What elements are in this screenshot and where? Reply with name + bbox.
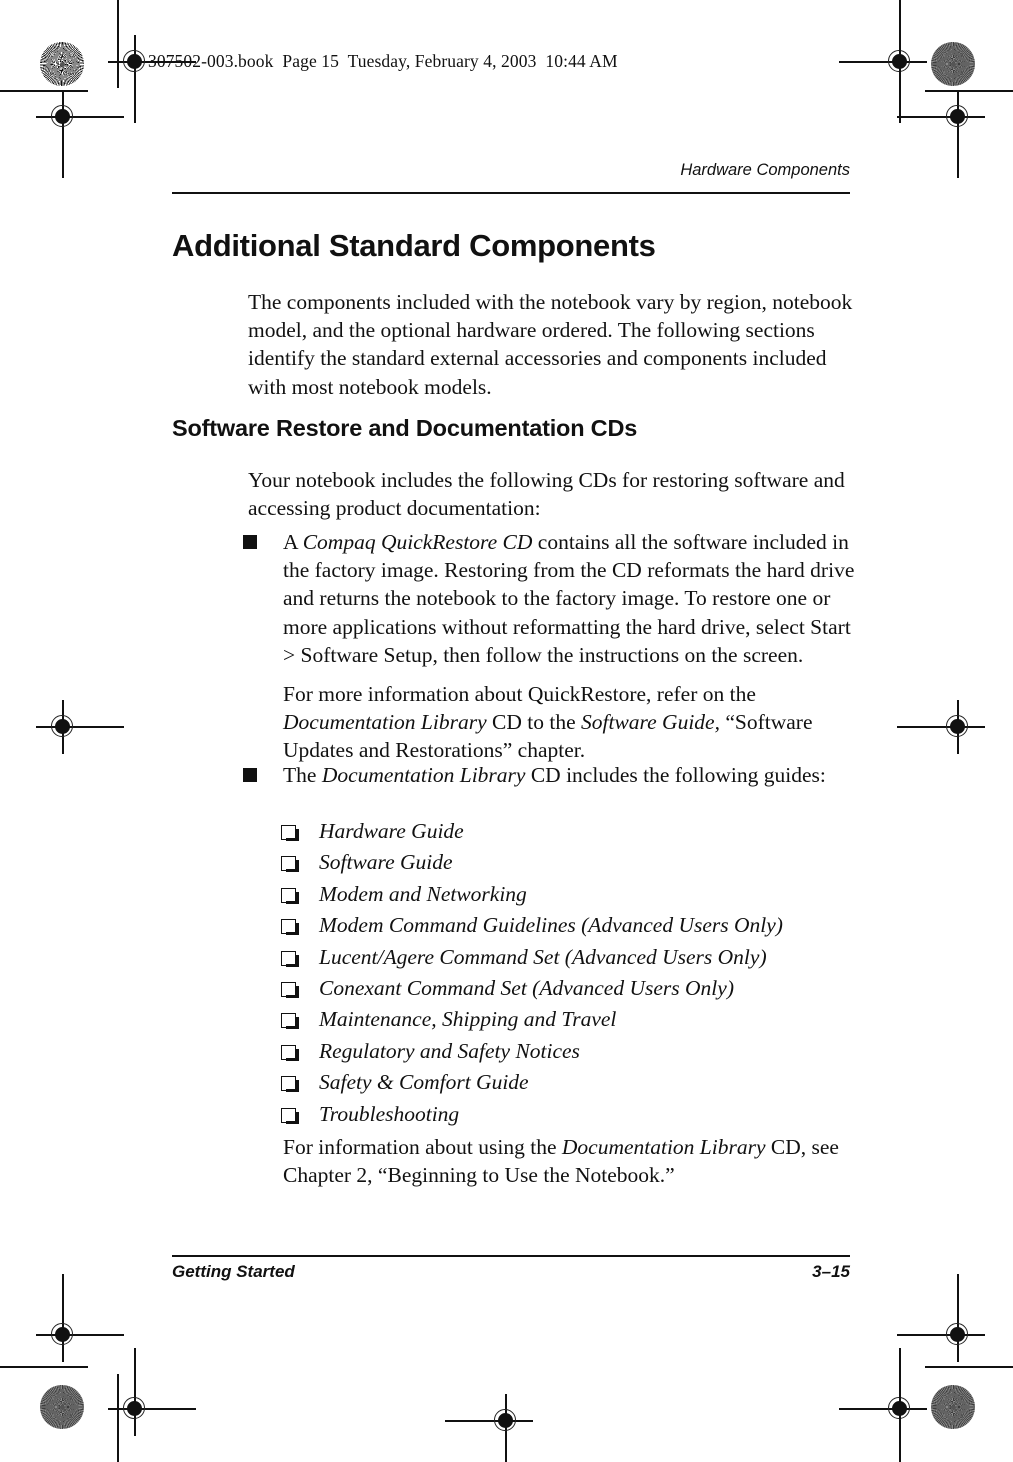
list-item: Maintenance, Shipping and Travel — [281, 1005, 856, 1036]
footer-page-number: 3–15 — [812, 1262, 850, 1281]
scanned-manual-page: 307502-003.book Page 15 Tuesday, Februar… — [0, 0, 1013, 1462]
list-item: Safety & Comfort Guide — [281, 1068, 856, 1099]
guide-title: Software Guide — [319, 850, 453, 875]
guide-title: Safety & Comfort Guide — [319, 1070, 529, 1095]
footer-rule — [172, 1255, 850, 1257]
guide-title: Hardware Guide — [319, 819, 464, 843]
guide-title: Regulatory and Safety Notices — [319, 1038, 580, 1063]
guide-title: Modem and Networking — [319, 881, 527, 906]
filled-square-bullet-icon — [243, 768, 257, 782]
list-item-text: The Documentation Library CD includes th… — [283, 763, 826, 787]
hollow-box-bullet-icon — [281, 950, 299, 967]
hollow-box-bullet-icon — [281, 887, 299, 904]
hollow-box-bullet-icon — [281, 825, 299, 841]
section-heading: Software Restore and Documentation CDs — [172, 415, 638, 441]
guide-title: Conexant Command Set (Advanced Users Onl… — [319, 975, 734, 1000]
quickrestore-note-paragraph: For more information about QuickRestore,… — [283, 682, 813, 763]
guide-title: Troubleshooting — [319, 1101, 460, 1126]
list-item: Troubleshooting — [281, 1100, 856, 1131]
guide-list: Hardware Guide Software Guide Modem and … — [281, 817, 856, 1131]
hollow-box-bullet-icon — [281, 1107, 299, 1124]
running-header: Hardware Components — [680, 161, 850, 179]
page-content: 307502-003.book Page 15 Tuesday, Februar… — [0, 0, 1013, 1462]
list-item: Hardware Guide — [281, 817, 856, 848]
hollow-box-bullet-icon — [281, 981, 299, 998]
hollow-box-bullet-icon — [281, 1076, 299, 1093]
guide-title: Modem Command Guidelines (Advanced Users… — [319, 913, 783, 938]
guide-title: Lucent/Agere Command Set (Advanced Users… — [319, 944, 767, 969]
closing-note-paragraph: For information about using the Document… — [283, 1135, 839, 1188]
list-item: Software Guide — [281, 848, 856, 879]
page-title: Additional Standard Components — [172, 228, 656, 263]
list-item: Modem Command Guidelines (Advanced Users… — [281, 911, 856, 942]
file-slug-line: 307502-003.book Page 15 Tuesday, Februar… — [148, 51, 618, 71]
guide-title: Maintenance, Shipping and Travel — [319, 1007, 617, 1032]
hollow-box-bullet-icon — [281, 856, 299, 873]
filled-square-bullet-icon — [243, 535, 257, 549]
list-item: Conexant Command Set (Advanced Users Onl… — [281, 974, 856, 1005]
list-item-text: A Compaq QuickRestore CD contains all th… — [283, 530, 855, 667]
list-item: Lucent/Agere Command Set (Advanced Users… — [281, 943, 856, 974]
list-item: Modem and Networking — [281, 880, 856, 911]
hollow-box-bullet-icon — [281, 1013, 299, 1030]
hollow-box-bullet-icon — [281, 919, 299, 936]
intro-paragraph: The components included with the noteboo… — [248, 290, 853, 399]
list-item: A Compaq QuickRestore CD contains all th… — [243, 528, 858, 669]
list-item: Regulatory and Safety Notices — [281, 1037, 856, 1068]
list-item: The Documentation Library CD includes th… — [243, 761, 858, 789]
header-rule — [172, 192, 850, 194]
hollow-box-bullet-icon — [281, 1044, 299, 1061]
lead-paragraph: Your notebook includes the following CDs… — [248, 468, 845, 521]
